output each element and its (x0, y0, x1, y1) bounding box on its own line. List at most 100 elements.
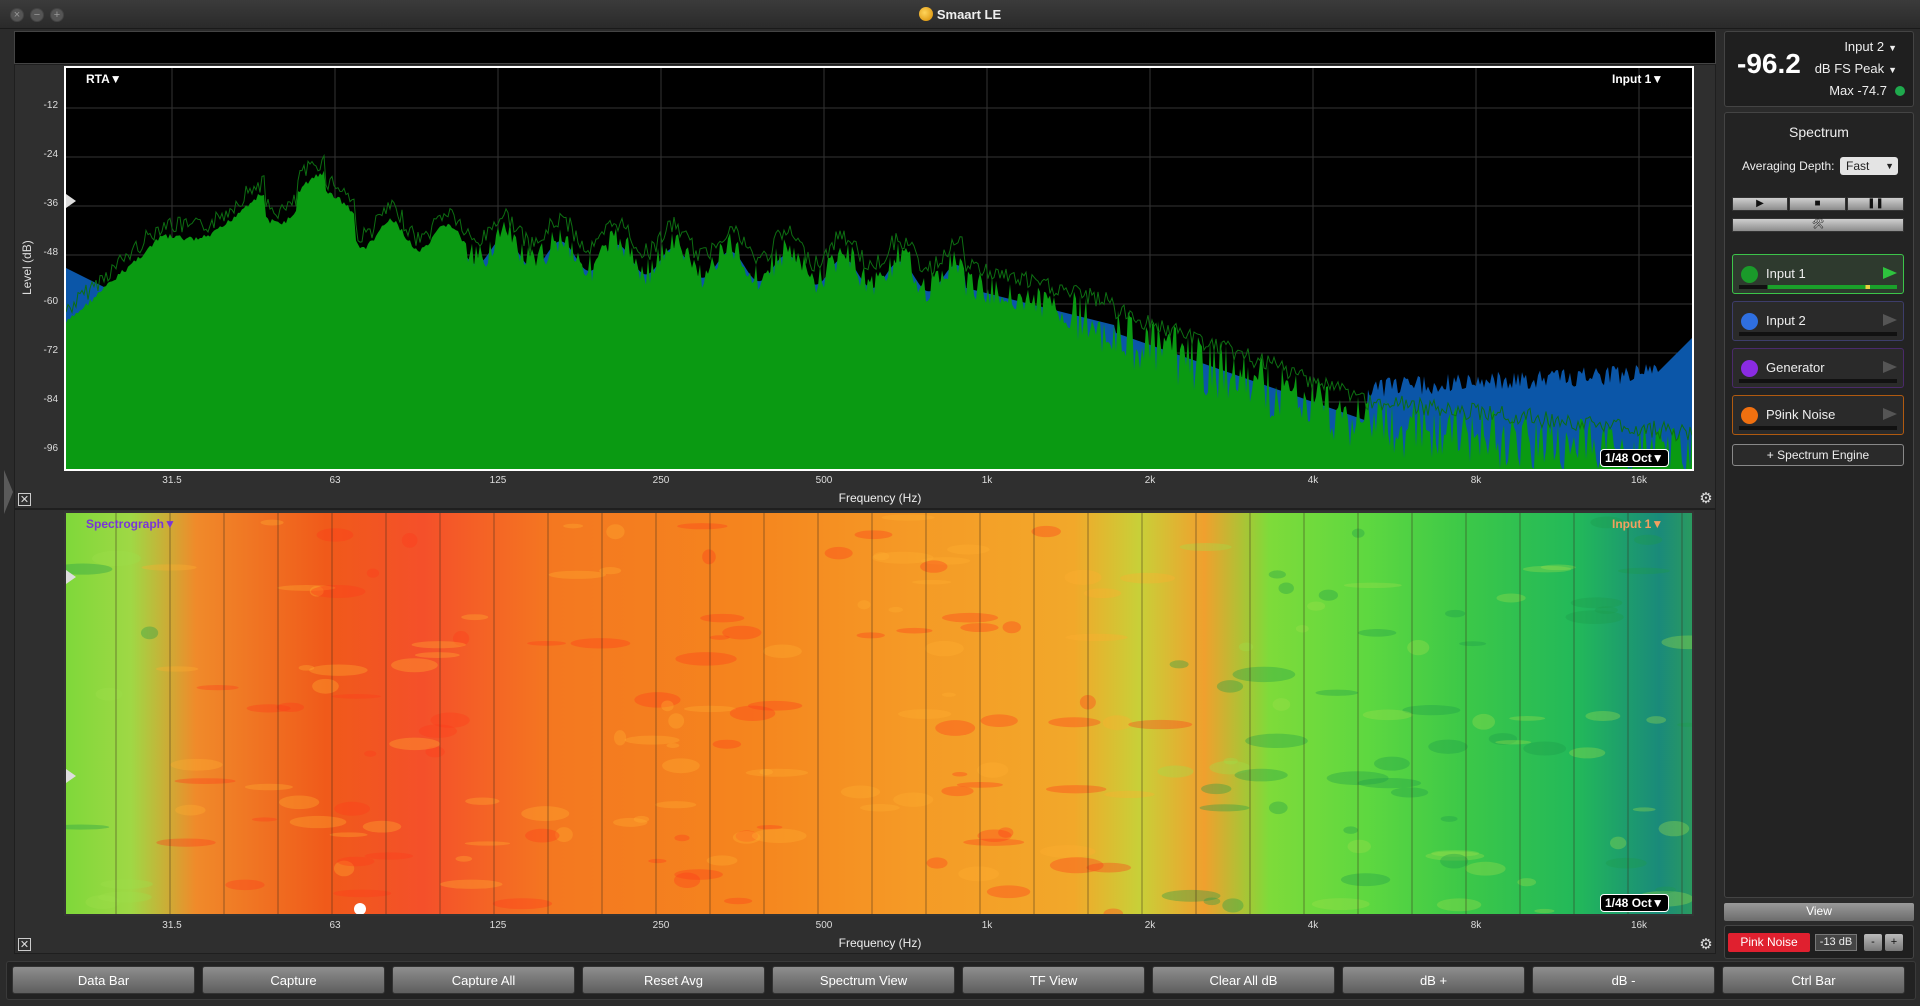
spectrograph-streak (888, 606, 903, 613)
cmd-clear-all-db-button[interactable]: Clear All dB (1152, 966, 1335, 994)
cmd-reset-avg-button[interactable]: Reset Avg (582, 966, 765, 994)
spectrograph-x-tick-3: 250 (652, 920, 670, 931)
spectrograph-streak (279, 795, 320, 810)
pink-noise-button[interactable]: Pink Noise (1728, 933, 1810, 952)
spectrograph-streak (1661, 635, 1692, 650)
spectrograph-streak (677, 523, 728, 530)
meter-unit-select[interactable]: dB FS Peak ▼ (1815, 61, 1897, 76)
source-color-icon[interactable] (1741, 360, 1758, 377)
spectrograph-streak (1440, 853, 1469, 869)
cmd-data-bar-button[interactable]: Data Bar (12, 966, 195, 994)
rta-settings-gear-icon[interactable]: ⚙ (1698, 491, 1714, 507)
source-color-icon[interactable] (1741, 407, 1758, 424)
add-spectrum-engine-button[interactable]: + Spectrum Engine (1732, 444, 1904, 466)
spectrograph-streak (1407, 639, 1430, 656)
cmd-capture-button[interactable]: Capture (202, 966, 385, 994)
spectrograph-streak (92, 550, 141, 567)
chevron-down-icon: ▼ (1888, 43, 1897, 53)
play-button[interactable]: ▶ (1732, 197, 1788, 211)
spectrograph-streak (1318, 589, 1339, 601)
cmd-db-button[interactable]: dB + (1342, 966, 1525, 994)
source-input-1[interactable]: Input 1 (1732, 254, 1904, 294)
spectrograph-streak (1585, 711, 1621, 722)
meter-input-select[interactable]: Input 2 ▼ (1844, 39, 1897, 54)
source-color-icon[interactable] (1741, 313, 1758, 330)
spectrograph-streak (854, 530, 893, 540)
cmd-tf-view-button[interactable]: TF View (962, 966, 1145, 994)
spectrograph-streak (762, 644, 802, 659)
spectrograph-resolution-dropdown[interactable]: 1/48 Oct▼ (1600, 894, 1669, 912)
rta-resolution-dropdown[interactable]: 1/48 Oct▼ (1600, 449, 1669, 467)
spectrograph-streak (170, 758, 223, 771)
spectrograph-close-icon[interactable]: ✕ (18, 938, 31, 951)
rta-level-marker[interactable] (66, 194, 76, 208)
spectrograph-mode-dropdown[interactable]: Spectrograph▼ (86, 517, 176, 531)
cmd-db-button[interactable]: dB - (1532, 966, 1715, 994)
rta-mode-dropdown[interactable]: RTA▼ (86, 72, 122, 86)
spectrograph-area[interactable] (64, 511, 1694, 916)
spectrograph-streak (525, 828, 560, 843)
averaging-select[interactable]: Fast ▼ (1840, 157, 1898, 175)
rta-x-tick-5: 1k (981, 475, 993, 486)
title-bar: × − + Smaart LE (0, 0, 1920, 29)
spectrograph-streak (912, 579, 952, 585)
source-input-2[interactable]: Input 2 (1732, 301, 1904, 341)
spectrograph-streak (548, 570, 607, 579)
cmd-capture-all-button[interactable]: Capture All (392, 966, 575, 994)
meter-input-text: Input 2 (1844, 39, 1885, 54)
panel-collapse-handle[interactable] (4, 470, 13, 514)
spectrograph-settings-gear-icon[interactable]: ⚙ (1698, 937, 1714, 953)
source-level-bar (1739, 332, 1897, 336)
spectrograph-streak (331, 694, 382, 699)
spectrograph-lower-marker[interactable] (66, 769, 76, 783)
stop-button[interactable]: ■ (1789, 197, 1846, 211)
spectrograph-streak (824, 546, 853, 560)
spectrograph-streak (1103, 908, 1124, 914)
cmd-spectrum-view-button[interactable]: Spectrum View (772, 966, 955, 994)
source-p9ink-noise[interactable]: P9ink Noise (1732, 395, 1904, 435)
play-icon[interactable] (1883, 361, 1897, 373)
spectrograph-streak (706, 855, 738, 866)
spectrograph-x-tick-4: 500 (815, 920, 833, 931)
rta-close-icon[interactable]: ✕ (18, 493, 31, 506)
spectrograph-streak (1049, 857, 1104, 874)
source-color-icon[interactable] (1741, 266, 1758, 283)
spectrograph-streak (702, 549, 716, 565)
pause-button[interactable]: ❚❚ (1847, 197, 1904, 211)
window-title: Smaart LE (0, 7, 1920, 22)
generator-level-field[interactable]: -13 dB (1815, 934, 1857, 951)
spectrograph-streak (401, 532, 418, 548)
play-icon[interactable] (1883, 314, 1897, 326)
spectrograph-streak (1120, 572, 1176, 584)
spectrograph-streak (1343, 582, 1402, 589)
spectrograph-streak (1272, 698, 1291, 711)
rta-plot-area[interactable] (64, 66, 1694, 471)
spectrograph-streak (1083, 588, 1122, 599)
play-icon[interactable] (1883, 408, 1897, 420)
view-button[interactable]: View (1724, 903, 1914, 921)
spectrograph-streak (1347, 839, 1371, 854)
play-icon[interactable] (1883, 267, 1897, 279)
spectrograph-streak (709, 635, 730, 640)
spectrograph-cursor-icon (354, 903, 366, 914)
spectrograph-x-tick-0: 31.5 (162, 920, 182, 931)
rta-input-dropdown[interactable]: Input 1▼ (1612, 72, 1663, 86)
spectrograph-streak (942, 612, 998, 623)
source-level-bar (1739, 379, 1897, 383)
level-plus-button[interactable]: + (1885, 934, 1903, 951)
spectrograph-streak (1128, 719, 1193, 730)
level-minus-button[interactable]: - (1864, 934, 1882, 951)
spectrograph-streak (1677, 722, 1692, 727)
spectrograph-streak (1472, 713, 1496, 730)
spectrograph-streak (1445, 609, 1466, 618)
spectrograph-upper-marker[interactable] (66, 570, 76, 584)
rta-x-tick-0: 31.5 (162, 475, 182, 486)
source-generator[interactable]: Generator (1732, 348, 1904, 388)
spectrograph-input-dropdown[interactable]: Input 1▼ (1612, 517, 1663, 531)
spectrograph-streak (1509, 716, 1546, 721)
spectrograph-streak (366, 568, 380, 578)
level-meter[interactable]: -96.2 Input 2 ▼ dB FS Peak ▼ Max -74.7 (1724, 31, 1914, 107)
cmd-ctrl-bar-button[interactable]: Ctrl Bar (1722, 966, 1905, 994)
source-name: Input 1 (1766, 266, 1806, 281)
tools-button[interactable]: 🛠 (1732, 218, 1904, 232)
